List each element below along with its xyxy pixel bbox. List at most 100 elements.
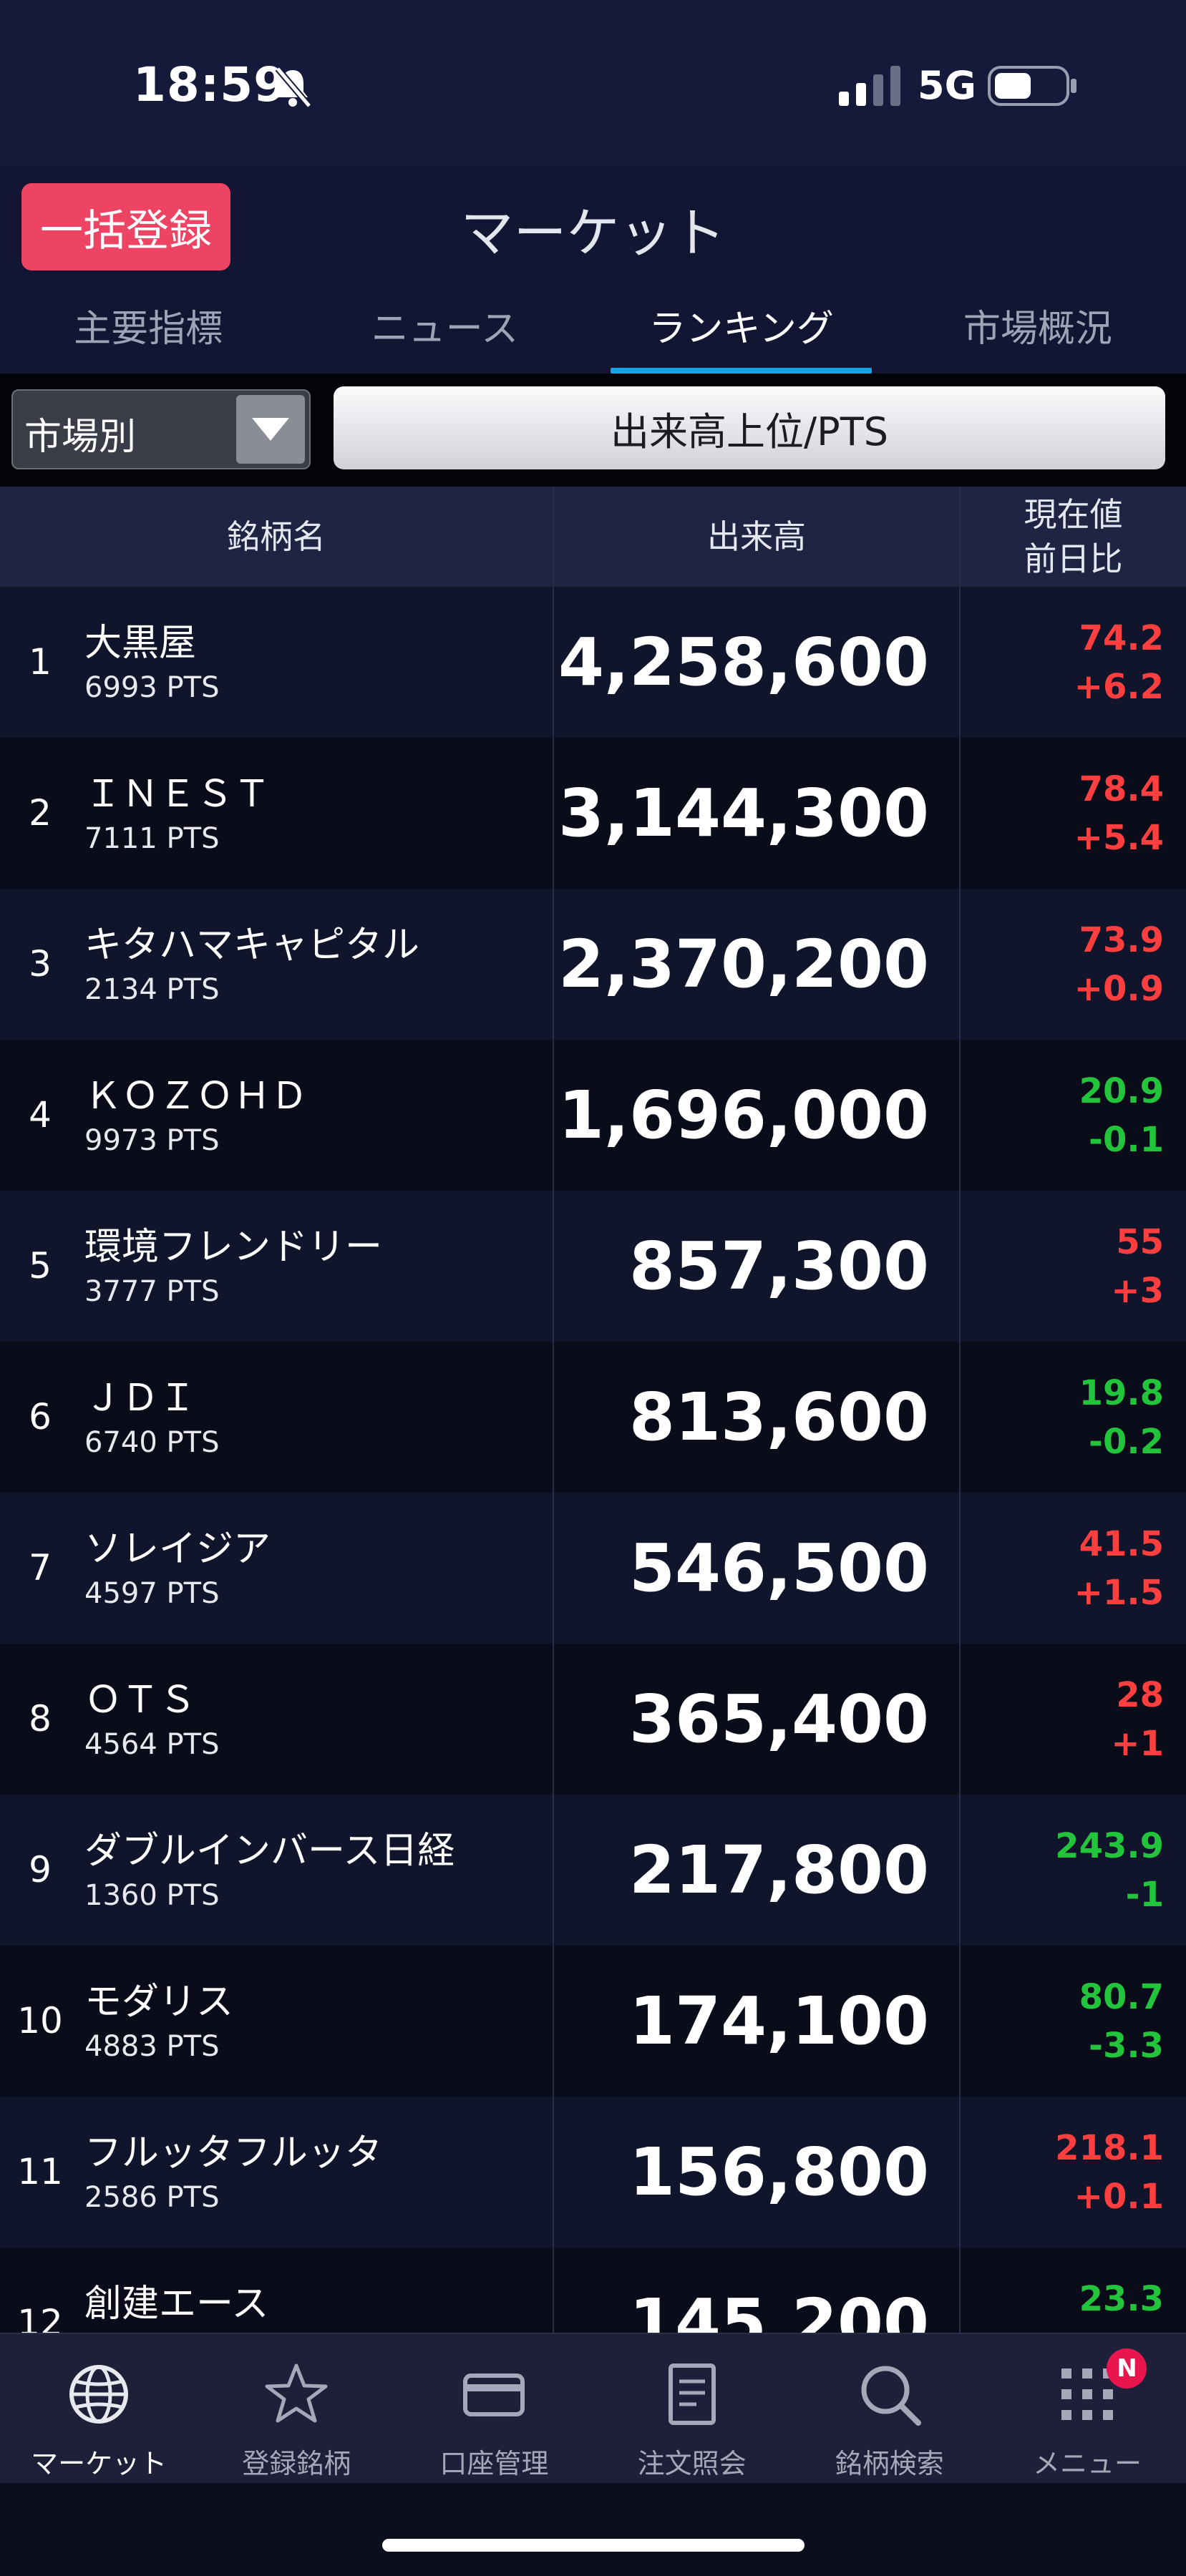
table-row[interactable]: 2 ＩＮＥＳＴ 7111 PTS 3,144,300 78.4 +5.4 — [0, 738, 1186, 890]
network-type: 5G — [918, 63, 976, 108]
stock-code: 2134 PTS — [84, 973, 220, 1006]
nav-account[interactable]: 口座管理 — [395, 2334, 593, 2484]
bell-muted-icon — [275, 67, 312, 107]
rank-number: 1 — [29, 641, 52, 683]
rank-number: 6 — [29, 1396, 52, 1438]
page-title: マーケット — [460, 203, 726, 264]
table-row[interactable]: 6 ＪＤＩ 6740 PTS 813,600 19.8 -0.2 — [0, 1342, 1186, 1494]
table-row[interactable]: 8 ＯＴＳ 4564 PTS 365,400 28 +1 — [0, 1644, 1186, 1796]
tab-ranking[interactable]: ランキング — [593, 286, 890, 374]
current-price: 28 — [1116, 1675, 1164, 1715]
rank-number: 7 — [29, 1547, 52, 1589]
stock-code: 7111 PTS — [84, 822, 220, 855]
document-icon — [656, 2358, 728, 2430]
rank-number: 10 — [17, 2000, 63, 2041]
nav-watchlist[interactable]: 登録銘柄 — [198, 2334, 395, 2484]
current-price: 41.5 — [1079, 1524, 1164, 1564]
nav-label: 口座管理 — [439, 2448, 549, 2479]
globe-icon — [63, 2358, 135, 2430]
table-row[interactable]: 9 ダブルインバース日経 1360 PTS 217,800 243.9 -1 — [0, 1795, 1186, 1947]
table-row[interactable]: 3 キタハマキャピタル 2134 PTS 2,370,200 73.9 +0.9 — [0, 889, 1186, 1041]
price-change: -1 — [1125, 1875, 1164, 1915]
stock-code: 1360 PTS — [84, 1879, 220, 1912]
table-row[interactable]: 10 モダリス 4883 PTS 174,100 80.7 -3.3 — [0, 1946, 1186, 2098]
trading-volume: 1,696,000 — [558, 1077, 929, 1153]
nav-stock-search[interactable]: 銘柄検索 — [791, 2334, 988, 2484]
ranking-type-button[interactable]: 出来高上位/PTS — [334, 386, 1165, 469]
nav-label: 銘柄検索 — [835, 2448, 944, 2479]
table-row[interactable]: 7 ソレイジア 4597 PTS 546,500 41.5 +1.5 — [0, 1493, 1186, 1645]
star-icon — [261, 2358, 332, 2430]
tab-news[interactable]: ニュース — [296, 286, 593, 374]
stock-code: 9973 PTS — [84, 1124, 220, 1157]
column-divider — [553, 487, 554, 2333]
trading-volume: 217,800 — [628, 1832, 929, 1908]
price-change: +0.1 — [1074, 2177, 1164, 2217]
column-header-price-change[interactable]: 現在値 前日比 — [961, 487, 1186, 587]
table-header: 銘柄名 出来高 現在値 前日比 — [0, 487, 1186, 588]
rank-number: 9 — [29, 1849, 52, 1890]
bottom-navigation: マーケット 登録銘柄 口座管理 注文照会 銘柄検索 メニュー N — [0, 2333, 1186, 2484]
table-row[interactable]: 5 環境フレンドリー 3777 PTS 857,300 55 +3 — [0, 1191, 1186, 1343]
current-price: 73.9 — [1079, 920, 1164, 960]
price-change: +0.9 — [1074, 969, 1164, 1009]
stock-name: 大黒屋 — [84, 622, 197, 665]
tab-market-overview[interactable]: 市場概況 — [890, 286, 1186, 374]
stock-code: 4883 PTS — [84, 2030, 220, 2063]
cellular-signal-icon — [839, 66, 900, 106]
price-change: +6.2 — [1074, 667, 1164, 707]
column-header-name[interactable]: 銘柄名 — [0, 487, 553, 587]
stock-name: ＫＯＺＯＨＤ — [84, 1075, 308, 1118]
current-price: 55 — [1116, 1222, 1164, 1262]
price-change: +1.5 — [1074, 1573, 1164, 1613]
stock-name: ＯＴＳ — [84, 1679, 197, 1722]
stock-name: キタハマキャピタル — [84, 924, 420, 967]
price-change: -0.2 — [1089, 1422, 1164, 1462]
stock-code: 6740 PTS — [84, 1426, 220, 1459]
stock-code: 2586 PTS — [84, 2181, 220, 2214]
current-price: 243.9 — [1055, 1826, 1164, 1866]
table-row[interactable]: 1 大黒屋 6993 PTS 4,258,600 74.2 +6.2 — [0, 587, 1186, 739]
current-price: 218.1 — [1055, 2128, 1164, 2168]
rank-number: 2 — [29, 792, 52, 834]
column-divider — [959, 487, 961, 2333]
current-price: 19.8 — [1079, 1373, 1164, 1413]
trading-volume: 857,300 — [628, 1228, 929, 1304]
price-change: -0.1 — [1089, 1120, 1164, 1160]
nav-label: マーケット — [31, 2448, 167, 2479]
active-tab-indicator — [611, 368, 872, 374]
dropdown-arrow — [236, 395, 305, 464]
table-row[interactable]: 12 創建エース 145,200 23.3 — [0, 2248, 1186, 2333]
price-change: +1 — [1111, 1724, 1164, 1764]
trading-volume: 365,400 — [628, 1681, 929, 1757]
stock-name: 環境フレンドリー — [84, 1226, 383, 1269]
price-change: +3 — [1111, 1271, 1164, 1311]
table-row[interactable]: 4 ＫＯＺＯＨＤ 9973 PTS 1,696,000 20.9 -0.1 — [0, 1040, 1186, 1192]
stock-name: フルッタフルッタ — [84, 2132, 383, 2175]
current-price: 78.4 — [1079, 769, 1164, 809]
stock-name: モダリス — [84, 1981, 234, 2024]
status-time: 18:59 — [133, 57, 288, 112]
rank-number: 5 — [29, 1245, 52, 1287]
table-row[interactable]: 11 フルッタフルッタ 2586 PTS 156,800 218.1 +0.1 — [0, 2097, 1186, 2249]
nav-menu[interactable]: メニュー N — [988, 2334, 1186, 2484]
stock-name: ＩＮＥＳＴ — [84, 773, 271, 816]
stock-code: 4597 PTS — [84, 1577, 220, 1610]
tab-major-indices[interactable]: 主要指標 — [0, 286, 296, 374]
column-header-volume[interactable]: 出来高 — [554, 487, 959, 587]
trading-volume: 4,258,600 — [558, 624, 929, 701]
nav-orders[interactable]: 注文照会 — [593, 2334, 791, 2484]
rank-number: 11 — [17, 2151, 63, 2192]
nav-market[interactable]: マーケット — [0, 2334, 198, 2484]
battery-icon — [988, 66, 1076, 106]
rank-number: 4 — [29, 1094, 52, 1136]
ranking-list: 1 大黒屋 6993 PTS 4,258,600 74.2 +6.2 2 ＩＮＥＳＴ 7111 … — [0, 587, 1186, 2333]
column-header-change: 前日比 — [1024, 540, 1123, 578]
chevron-down-icon — [252, 418, 289, 441]
market-select[interactable]: 市場別 — [11, 389, 311, 469]
home-indicator[interactable] — [382, 2539, 805, 2552]
current-price: 20.9 — [1079, 1071, 1164, 1111]
stock-code: 6993 PTS — [84, 671, 220, 704]
rank-number: 12 — [17, 2302, 63, 2333]
trading-volume: 813,600 — [628, 1379, 929, 1455]
